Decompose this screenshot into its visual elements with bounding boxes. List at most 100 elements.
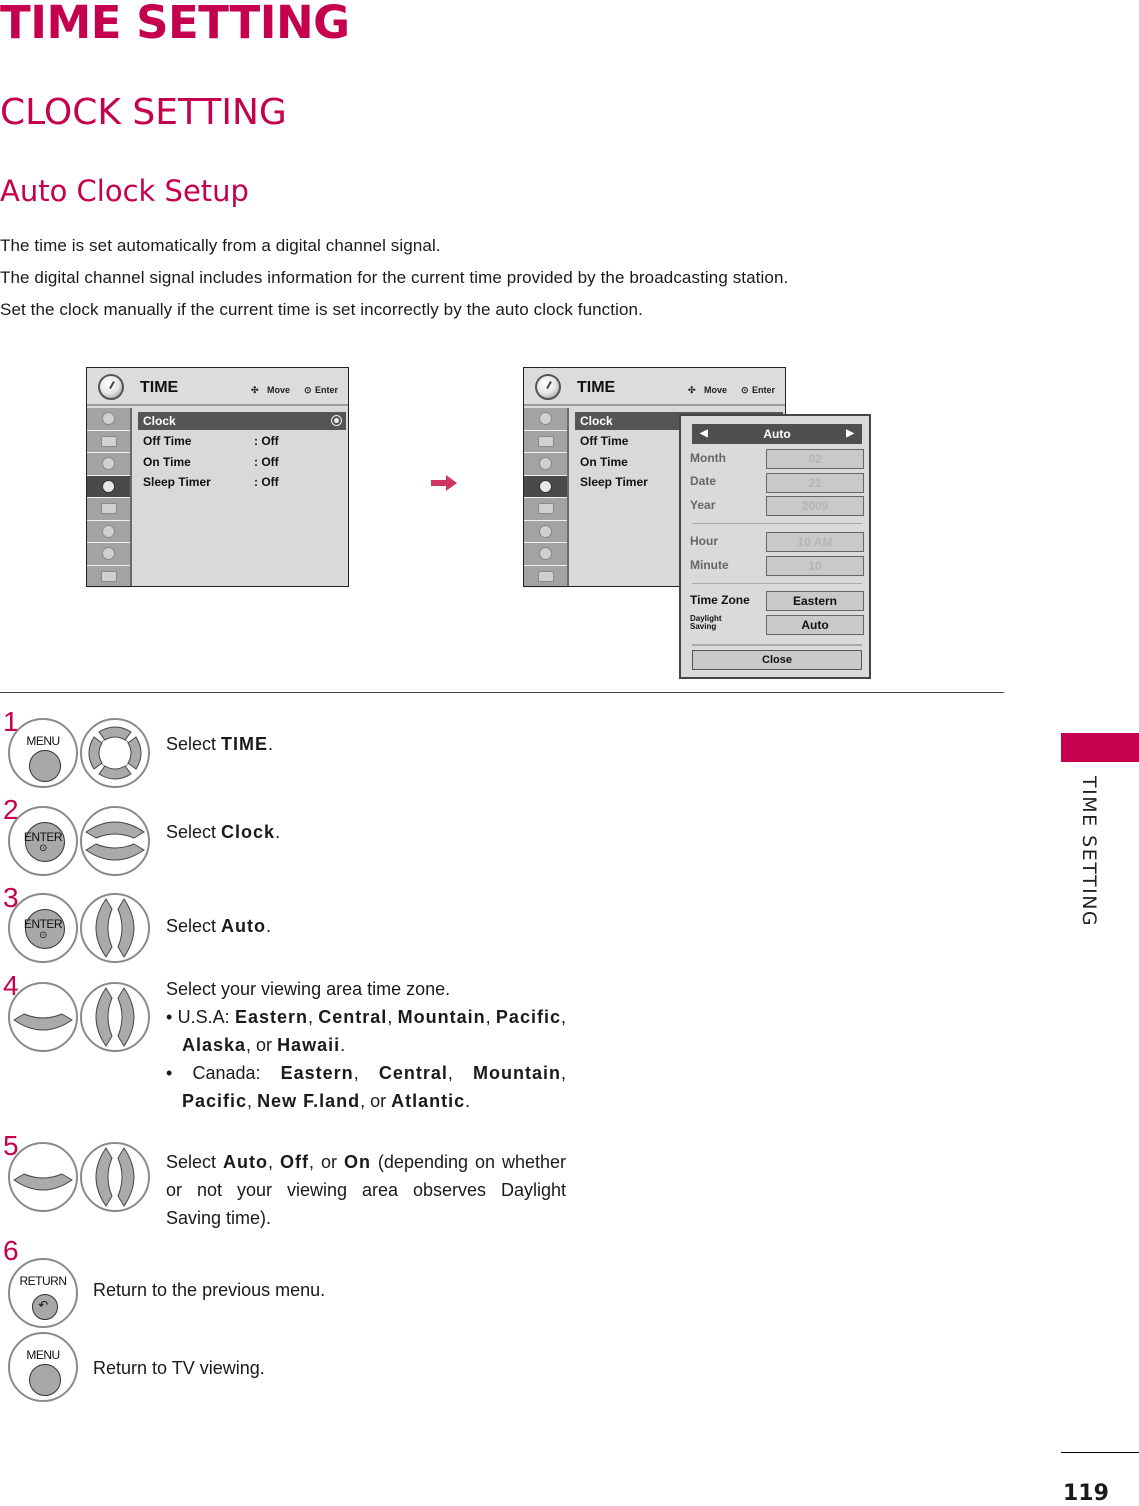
mode-value: Auto: [763, 427, 791, 441]
enter-dot-icon: ⊙: [39, 843, 47, 854]
up-down-pad[interactable]: [80, 806, 150, 876]
left-right-icon: [95, 1147, 135, 1207]
picture-icon[interactable]: [524, 431, 567, 453]
month-label: Month: [690, 451, 726, 465]
intro-line-2: The digital channel signal includes info…: [0, 268, 789, 287]
date-field[interactable]: 21: [766, 473, 864, 493]
intro-line-3: Set the clock manually if the current ti…: [0, 300, 643, 319]
menu-item-off-time[interactable]: Off Time: [575, 432, 628, 450]
time-icon[interactable]: [524, 475, 567, 498]
divider: [692, 583, 862, 584]
move-icon: ✣: [688, 385, 696, 395]
clock-popup: ◀ Auto ▶ Month 02 Date 21 Year 2009 Hour…: [679, 414, 871, 679]
menu-button[interactable]: MENU: [8, 1332, 78, 1402]
osd-title: TIME: [140, 379, 179, 396]
step-3-text: Select Auto.: [166, 916, 272, 936]
return-button[interactable]: RETURN ↶: [8, 1258, 78, 1328]
section-divider: [0, 692, 1004, 693]
menu-item-sleep-timer[interactable]: Sleep Timer: Off: [138, 473, 338, 491]
hint-move: Move: [704, 385, 728, 395]
side-tab-marker: [1061, 733, 1139, 762]
enter-icon: ⊙: [304, 385, 312, 395]
left-right-pad[interactable]: [80, 893, 150, 963]
side-tab-label: TIME SETTING: [1078, 776, 1100, 928]
left-right-icon: [95, 987, 135, 1047]
right-arrow-icon[interactable]: ▶: [846, 424, 854, 444]
enter-mark-icon: [331, 415, 342, 426]
month-field[interactable]: 02: [766, 449, 864, 469]
year-label: Year: [690, 498, 716, 512]
left-arrow-icon[interactable]: ◀: [700, 424, 708, 444]
lock-icon[interactable]: [524, 521, 567, 543]
osd-title-2: TIME: [577, 379, 616, 396]
osd-header: TIME ✣ Move ⊙ Enter: [87, 368, 348, 406]
minute-field[interactable]: 10: [766, 556, 864, 576]
intro-line-1: The time is set automatically from a dig…: [0, 236, 441, 255]
section-title: CLOCK SETTING: [0, 92, 287, 133]
clock-icon: [98, 374, 124, 400]
menu-item-on-time[interactable]: On Time: Off: [138, 453, 338, 471]
lock-icon[interactable]: [87, 521, 130, 543]
subsection-title: Auto Clock Setup: [0, 174, 249, 208]
step-2-text: Select Clock.: [166, 822, 281, 842]
left-right-pad[interactable]: [80, 1142, 150, 1212]
time-icon[interactable]: [87, 475, 130, 498]
year-field[interactable]: 2009: [766, 496, 864, 516]
menu-item-off-time[interactable]: Off Time: Off: [138, 432, 338, 450]
up-down-icon: [85, 821, 145, 861]
menu-item-sleep-timer[interactable]: Sleep Timer: [575, 473, 648, 491]
menu-knob-icon: [29, 750, 61, 782]
return-arrow-icon: ↶: [38, 1298, 48, 1312]
mode-selector[interactable]: ◀ Auto ▶: [692, 424, 862, 444]
left-right-icon: [95, 898, 135, 958]
enter-dot-icon: ⊙: [39, 930, 47, 941]
audio-icon[interactable]: [87, 453, 130, 476]
picture-icon[interactable]: [87, 431, 130, 453]
daylight-saving-field[interactable]: Auto: [766, 615, 864, 635]
step-6-text: Return to the previous menu.: [93, 1280, 326, 1300]
left-right-pad[interactable]: [80, 982, 150, 1052]
down-arrow-icon: [13, 1173, 73, 1191]
move-icon: ✣: [251, 385, 259, 395]
channel-icon[interactable]: [524, 408, 567, 431]
menu-item-clock[interactable]: Clock: [138, 412, 346, 430]
hour-label: Hour: [690, 534, 718, 548]
hint-move: Move: [267, 385, 291, 395]
usb-icon[interactable]: [524, 543, 567, 566]
input-icon[interactable]: [524, 566, 567, 588]
down-button[interactable]: [8, 982, 78, 1052]
menu-knob-icon: [29, 1364, 61, 1396]
canada-zones: • Canada: Eastern, Central, Mountain, Pa…: [166, 1063, 566, 1111]
osd-category-sidebar: [87, 408, 132, 588]
menu-item-on-time[interactable]: On Time: [575, 453, 628, 471]
channel-icon[interactable]: [87, 408, 130, 431]
input-icon[interactable]: [87, 566, 130, 588]
audio-icon[interactable]: [524, 453, 567, 476]
osd-time-menu: TIME ✣ Move ⊙ Enter Clock Off Time: Off …: [86, 367, 349, 588]
time-zone-label: Time Zone: [690, 593, 750, 607]
usa-zones: • U.S.A: Eastern, Central, Mountain, Pac…: [166, 1007, 566, 1055]
close-button[interactable]: Close: [692, 650, 862, 670]
option-icon[interactable]: [524, 498, 567, 521]
hint-enter: Enter: [315, 385, 339, 395]
enter-button[interactable]: ENTER ⊙: [8, 806, 78, 876]
time-zone-field[interactable]: Eastern: [766, 591, 864, 611]
step-5-text: Select Auto, Off, or On (depending on wh…: [166, 1152, 567, 1228]
next-arrow-icon: [431, 475, 457, 491]
step-4-text: Select your viewing area time zone. • U.…: [166, 975, 566, 1115]
down-arrow-icon: [13, 1013, 73, 1031]
divider: [692, 523, 862, 524]
menu-button[interactable]: MENU: [8, 718, 78, 788]
minute-label: Minute: [690, 558, 729, 572]
enter-icon: ⊙: [741, 385, 749, 395]
navigation-pad[interactable]: [80, 718, 150, 788]
hour-field[interactable]: 10 AM: [766, 532, 864, 552]
option-icon[interactable]: [87, 498, 130, 521]
osd-header-2: TIME ✣ Move ⊙ Enter: [524, 368, 785, 406]
enter-button[interactable]: ENTER ⊙: [8, 893, 78, 963]
step-1-text: Select TIME.: [166, 734, 274, 754]
dpad-icon: [88, 726, 142, 780]
clock-icon: [535, 374, 561, 400]
down-button[interactable]: [8, 1142, 78, 1212]
usb-icon[interactable]: [87, 543, 130, 566]
